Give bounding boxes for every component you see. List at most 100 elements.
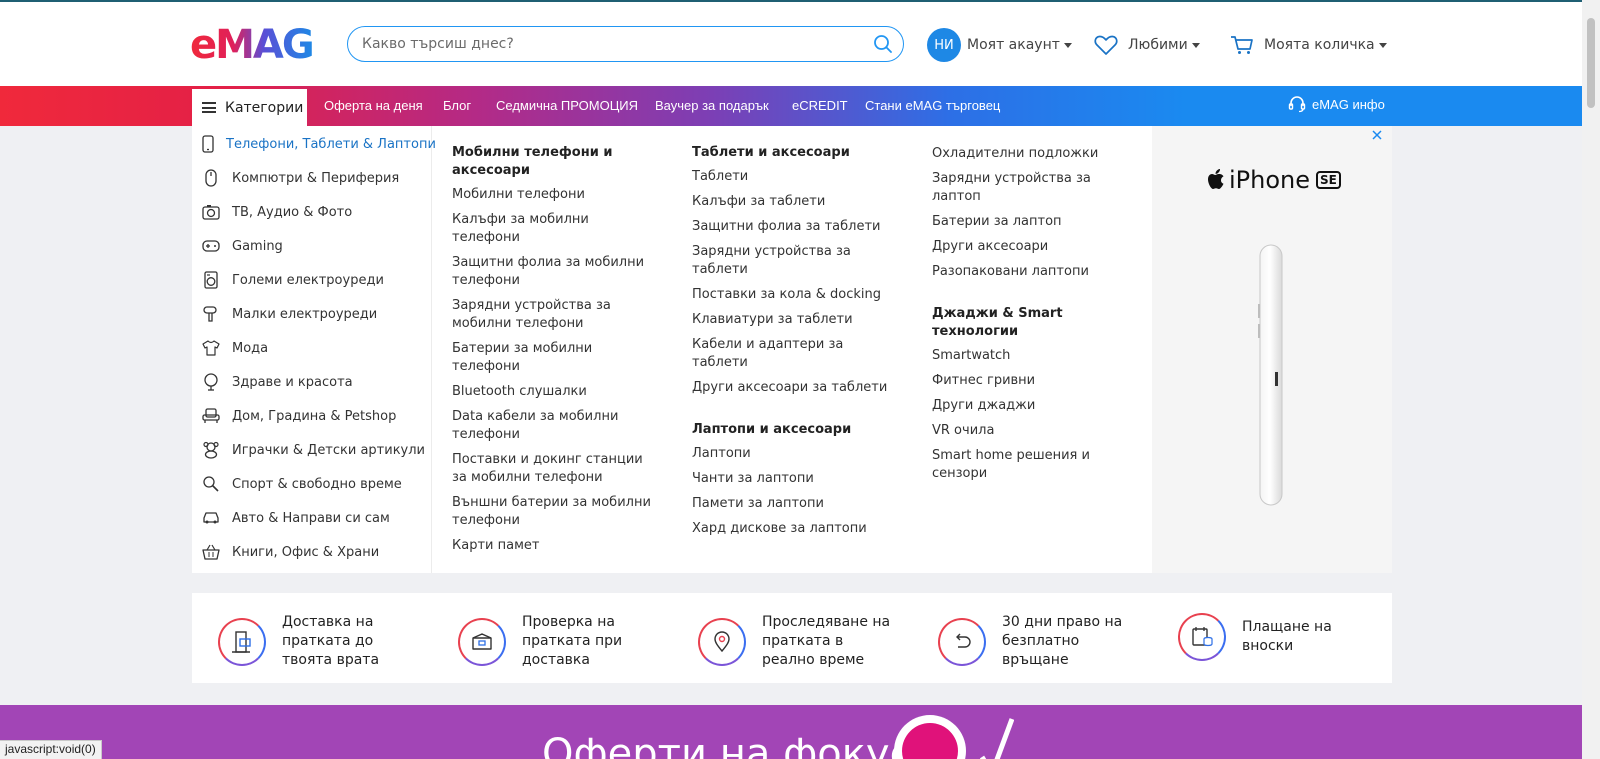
menu-heading[interactable]: Джаджи & Smart технологии xyxy=(932,305,1137,341)
account-label: Моят акаунт xyxy=(967,37,1060,53)
promo-mascot-image xyxy=(894,715,966,759)
categories-label: Категории xyxy=(225,99,304,116)
benefit-installments[interactable]: Плащане на вноски xyxy=(1178,613,1372,661)
sidebar-item-phones-tablets-laptops[interactable]: Телефони, Таблети & Лаптопи xyxy=(192,127,436,161)
nav-link-blog[interactable]: Блог xyxy=(443,98,471,113)
washing-machine-icon xyxy=(202,271,220,289)
search-input[interactable] xyxy=(362,27,852,60)
menu-link[interactable]: Батерии за мобилни телефони xyxy=(452,340,657,376)
emag-info-link[interactable]: eMAG инфо xyxy=(1288,95,1385,113)
menu-link[interactable]: Зарядни устройства за мобилни телефони xyxy=(452,297,657,333)
cart-menu[interactable]: Моята количка xyxy=(1230,28,1387,62)
phone-icon xyxy=(202,135,214,153)
iphone-se-banner[interactable]: iPhone SE xyxy=(1152,126,1392,573)
sidebar-item-home-garden-petshop[interactable]: Дом, Градина & Petshop xyxy=(192,399,432,433)
sidebar-item-computers[interactable]: Компютри & Периферия xyxy=(192,161,432,195)
menu-link[interactable]: Лаптопи xyxy=(692,445,897,463)
favorites-menu[interactable]: Любими xyxy=(1094,28,1200,62)
mirror-icon xyxy=(202,373,220,391)
menu-link[interactable]: Карти памет xyxy=(452,537,657,555)
menu-link[interactable]: Чанти за лаптопи xyxy=(692,470,897,488)
ad-close-icon[interactable] xyxy=(1372,130,1382,140)
menu-link[interactable]: Батерии за лаптоп xyxy=(932,213,1137,231)
page-scrollbar[interactable] xyxy=(1582,0,1600,759)
sidebar-item-toys-kids[interactable]: Играчки & Детски артикули xyxy=(192,433,432,467)
emag-info-label: eMAG инфо xyxy=(1312,96,1385,112)
menu-link[interactable]: Поставки за кола & docking xyxy=(692,286,897,304)
menu-heading[interactable]: Лаптопи и аксесоари xyxy=(692,421,897,439)
menu-link[interactable]: Защитни фолиа за мобилни телефони xyxy=(452,254,657,290)
account-menu[interactable]: НИ Моят акаунт xyxy=(927,28,1072,62)
chevron-down-icon xyxy=(1063,42,1072,48)
open-box-icon xyxy=(458,617,506,666)
main-nav: Категории Оферта на деня Блог Седмична П… xyxy=(0,86,1582,126)
emag-logo[interactable]: eMAG xyxy=(190,24,330,64)
camera-icon xyxy=(202,203,220,221)
door-delivery-icon xyxy=(218,617,266,666)
menu-heading[interactable]: Мобилни телефони и аксесоари xyxy=(452,144,657,180)
categories-button[interactable]: Категории xyxy=(192,89,307,126)
nav-link-gift-voucher[interactable]: Ваучер за подарък xyxy=(655,98,769,113)
nav-link-deal-of-day[interactable]: Оферта на деня xyxy=(324,98,423,113)
car-icon xyxy=(202,509,220,527)
iphone-se-logo: iPhone SE xyxy=(1207,166,1341,194)
benefit-free-return[interactable]: 30 дни право на безплатно връщане xyxy=(938,613,1132,670)
menu-link[interactable]: Охладителни подложки xyxy=(932,145,1137,163)
sidebar-item-health-beauty[interactable]: Здраве и красота xyxy=(192,365,432,399)
promo-title: Оферти на фокус xyxy=(542,731,912,759)
menu-link[interactable]: Калъфи за таблети xyxy=(692,193,897,211)
menu-link[interactable]: Зарядни устройства за таблети xyxy=(692,243,897,279)
menu-link[interactable]: VR очила xyxy=(932,422,1137,440)
promo-banner[interactable]: Оферти на фокус xyxy=(0,705,1582,759)
avatar: НИ xyxy=(927,28,961,62)
sidebar-item-large-appliances[interactable]: Големи електроуреди xyxy=(192,263,432,297)
menu-link[interactable]: Други джаджи xyxy=(932,397,1137,415)
scrollbar-thumb[interactable] xyxy=(1587,18,1595,108)
menu-link[interactable]: Data кабели за мобилни телефони xyxy=(452,408,657,444)
benefit-inspect-package[interactable]: Проверка на пратката при доставка xyxy=(458,613,652,670)
menu-link[interactable]: Защитни фолиа за таблети xyxy=(692,218,897,236)
menu-link[interactable]: Хард дискове за лаптопи xyxy=(692,520,897,538)
sidebar-item-gaming[interactable]: Gaming xyxy=(192,229,432,263)
svg-text:eMAG: eMAG xyxy=(190,24,313,64)
menu-heading[interactable]: Таблети и аксесоари xyxy=(692,144,897,162)
nav-link-become-seller[interactable]: Стани eMAG търговец xyxy=(865,98,1000,113)
menu-link[interactable]: Поставки и докинг станции за мобилни тел… xyxy=(452,451,657,487)
menu-link[interactable]: Външни батерии за мобилни телефони xyxy=(452,494,657,530)
menu-link[interactable]: Таблети xyxy=(692,168,897,186)
menu-link[interactable]: Bluetooth слушалки xyxy=(452,383,657,401)
menu-link[interactable]: Клавиатури за таблети xyxy=(692,311,897,329)
sidebar-item-small-appliances[interactable]: Малки електроуреди xyxy=(192,297,432,331)
sport-icon xyxy=(202,475,220,493)
return-icon xyxy=(938,617,986,666)
menu-link[interactable]: Smart home решения и сензори xyxy=(932,447,1137,483)
menu-column-tablets-laptops: Таблети и аксесоари Таблети Калъфи за та… xyxy=(692,144,897,545)
hair-dryer-icon xyxy=(202,305,220,323)
menu-link[interactable]: Smartwatch xyxy=(932,347,1137,365)
sidebar-item-fashion[interactable]: Мода xyxy=(192,331,432,365)
menu-link[interactable]: Зарядни устройства за лаптоп xyxy=(932,170,1137,206)
checkmark-icon xyxy=(979,718,1014,759)
sidebar-item-books-office-food[interactable]: Книги, Офис & Храни xyxy=(192,535,432,569)
nav-link-ecredit[interactable]: eCREDIT xyxy=(792,98,848,113)
menu-link[interactable]: Мобилни телефони xyxy=(452,186,657,204)
menu-link[interactable]: Кабели и адаптери за таблети xyxy=(692,336,897,372)
armchair-icon xyxy=(202,407,220,425)
search-box xyxy=(347,26,904,62)
search-icon[interactable] xyxy=(873,34,893,54)
benefit-door-delivery[interactable]: Доставка на пратката до твоята врата xyxy=(218,613,412,670)
benefit-tracking[interactable]: Проследяване на пратката в реално време xyxy=(698,613,892,670)
menu-link[interactable]: Други аксесоари xyxy=(932,238,1137,256)
nav-link-weekly-promo[interactable]: Седмична ПРОМОЦИЯ xyxy=(496,98,638,113)
sidebar-item-tv-audio-photo[interactable]: ТВ, Аудио & Фото xyxy=(192,195,432,229)
menu-link[interactable]: Калъфи за мобилни телефони xyxy=(452,211,657,247)
menu-link[interactable]: Фитнес гривни xyxy=(932,372,1137,390)
sidebar-item-auto-diy[interactable]: Авто & Направи си сам xyxy=(192,501,432,535)
sidebar-item-sport-leisure[interactable]: Спорт & свободно време xyxy=(192,467,432,501)
menu-link[interactable]: Разопаковани лаптопи xyxy=(932,263,1137,281)
categories-mega-menu: Телефони, Таблети & Лаптопи Компютри & П… xyxy=(192,126,1392,573)
site-header: eMAG НИ Моят акаунт Любими Моята количка xyxy=(0,2,1582,86)
menu-link[interactable]: Памети за лаптопи xyxy=(692,495,897,513)
menu-link[interactable]: Други аксесоари за таблети xyxy=(692,379,897,397)
hamburger-icon xyxy=(202,102,216,113)
